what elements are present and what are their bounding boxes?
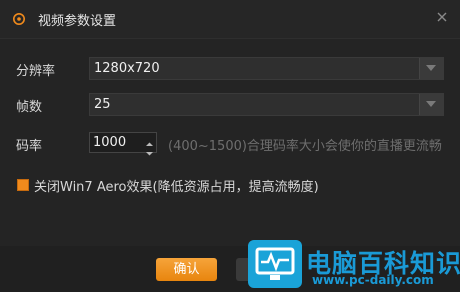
resolution-select[interactable]: 1280x720 xyxy=(89,57,444,80)
close-icon[interactable] xyxy=(434,9,450,25)
chevron-down-icon[interactable] xyxy=(419,58,443,79)
confirm-button[interactable]: 确认 xyxy=(156,258,217,281)
settings-target-icon xyxy=(12,11,26,25)
stepper-up-icon[interactable] xyxy=(144,134,155,146)
framerate-value: 25 xyxy=(94,97,111,112)
bitrate-hint: (400~1500)合理码率大小会使你的直播更流畅 xyxy=(168,139,442,154)
bitrate-stepper xyxy=(89,132,157,156)
stepper-down-icon[interactable] xyxy=(144,143,155,156)
bitrate-input[interactable] xyxy=(92,134,143,151)
title-bar: 视频参数设置 xyxy=(0,0,460,39)
resolution-label: 分辨率 xyxy=(16,64,56,79)
watermark-monitor-icon xyxy=(248,240,302,288)
aero-checkbox[interactable] xyxy=(17,179,29,191)
chevron-down-icon[interactable] xyxy=(419,94,443,115)
aero-label: 关闭Win7 Aero效果(降低资源占用，提高流畅度) xyxy=(34,180,319,195)
video-settings-dialog: 视频参数设置 分辨率 1280x720 帧数 25 码率 (400~1500)合… xyxy=(0,0,460,292)
watermark-url: www.pc-daily.com xyxy=(312,273,434,287)
framerate-label: 帧数 xyxy=(16,100,43,115)
dialog-title: 视频参数设置 xyxy=(38,14,117,29)
bitrate-label: 码率 xyxy=(16,139,43,154)
resolution-value: 1280x720 xyxy=(94,61,160,76)
framerate-select[interactable]: 25 xyxy=(89,93,444,116)
